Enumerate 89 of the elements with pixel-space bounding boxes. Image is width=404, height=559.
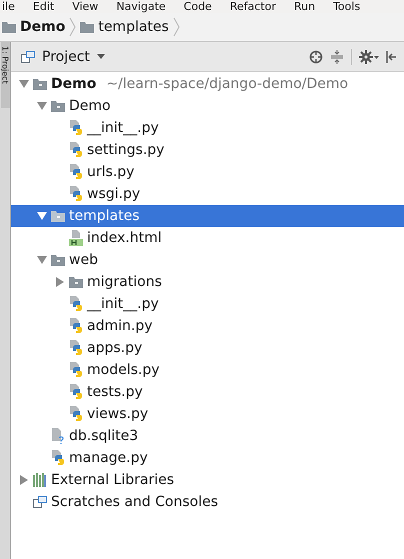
- tree-row[interactable]: web: [11, 249, 404, 271]
- collapsed-arrow-icon[interactable]: [20, 475, 28, 485]
- menu-item[interactable]: Navigate: [116, 0, 166, 13]
- tree-item-label: Demo: [69, 98, 111, 114]
- expanded-arrow-icon[interactable]: [37, 256, 47, 264]
- python-file-icon: [69, 186, 83, 202]
- folder-icon: [69, 276, 83, 288]
- tree-item-label: views.py: [87, 406, 148, 422]
- tree-row[interactable]: Demo ~/learn-space/django-demo/Demo: [11, 73, 404, 95]
- project-path: ~/learn-space/django-demo/Demo: [106, 76, 348, 92]
- menu-item[interactable]: Run: [294, 0, 316, 13]
- project-tool-tab[interactable]: 1: Project: [0, 42, 10, 108]
- hide-panel-icon[interactable]: [386, 50, 396, 64]
- expanded-arrow-icon[interactable]: [37, 102, 47, 110]
- collapse-icon[interactable]: [330, 50, 344, 64]
- menu-item[interactable]: ile: [2, 0, 15, 13]
- python-file-icon: [69, 406, 83, 422]
- tree-item-label: web: [69, 252, 98, 268]
- tree-row[interactable]: __init__.py: [11, 117, 404, 139]
- target-icon[interactable]: [309, 50, 323, 64]
- tree-row[interactable]: urls.py: [11, 161, 404, 183]
- folder-icon: [33, 78, 47, 90]
- tree-item-label: index.html: [87, 230, 162, 246]
- python-file-icon: [69, 318, 83, 334]
- folder-icon: [51, 210, 65, 222]
- libraries-icon: [33, 473, 47, 487]
- expanded-arrow-icon[interactable]: [37, 212, 47, 220]
- tree-item-label: Scratches and Consoles: [51, 494, 218, 510]
- folder-icon: [51, 100, 65, 112]
- html-file-icon: [69, 230, 83, 246]
- tree-item-label: Demo: [51, 76, 96, 92]
- folder-icon: [2, 22, 16, 32]
- tree-item-label: models.py: [87, 362, 160, 378]
- python-file-icon: [69, 362, 83, 378]
- settings-icon[interactable]: [359, 50, 379, 64]
- python-file-icon: [69, 384, 83, 400]
- tree-row[interactable]: views.py: [11, 403, 404, 425]
- tree-row[interactable]: index.html: [11, 227, 404, 249]
- tree-item-label: External Libraries: [51, 472, 174, 488]
- tree-row[interactable]: models.py: [11, 359, 404, 381]
- scratches-icon: [33, 496, 47, 508]
- tree-row[interactable]: migrations: [11, 271, 404, 293]
- breadcrumb[interactable]: templates: [98, 19, 169, 35]
- tree-row[interactable]: External Libraries: [11, 469, 404, 491]
- menu-item[interactable]: Tools: [333, 0, 360, 13]
- chevron-icon: [172, 17, 180, 37]
- python-file-icon: [69, 296, 83, 312]
- folder-icon: [80, 22, 94, 32]
- tree-item-label: tests.py: [87, 384, 143, 400]
- tree-item-label: wsgi.py: [87, 186, 140, 202]
- menu-item[interactable]: Refactor: [230, 0, 276, 13]
- tree-item-label: templates: [69, 208, 140, 224]
- tree-row[interactable]: settings.py: [11, 139, 404, 161]
- tree-row[interactable]: db.sqlite3: [11, 425, 404, 447]
- python-file-icon: [51, 450, 65, 466]
- tree-row[interactable]: Demo: [11, 95, 404, 117]
- folder-icon: [51, 254, 65, 266]
- tree-row[interactable]: templates: [11, 205, 404, 227]
- python-file-icon: [69, 142, 83, 158]
- dropdown-caret-icon[interactable]: [96, 54, 105, 59]
- tree-item-label: urls.py: [87, 164, 134, 180]
- tree-item-label: __init__.py: [87, 120, 159, 136]
- python-file-icon: [69, 340, 83, 356]
- expanded-arrow-icon[interactable]: [19, 80, 29, 88]
- tree-item-label: admin.py: [87, 318, 152, 334]
- tree-row[interactable]: __init__.py: [11, 293, 404, 315]
- tree-item-label: manage.py: [69, 450, 148, 466]
- python-file-icon: [69, 120, 83, 136]
- tree-row[interactable]: manage.py: [11, 447, 404, 469]
- tree-row[interactable]: tests.py: [11, 381, 404, 403]
- tree-item-label: apps.py: [87, 340, 142, 356]
- menu-item[interactable]: Code: [184, 0, 212, 13]
- menu-item[interactable]: View: [72, 0, 98, 13]
- tree-item-label: migrations: [87, 274, 162, 290]
- tree-row[interactable]: Scratches and Consoles: [11, 491, 404, 513]
- tree-item-label: settings.py: [87, 142, 164, 158]
- tree-item-label: __init__.py: [87, 296, 159, 312]
- tree-row[interactable]: wsgi.py: [11, 183, 404, 205]
- menu-item[interactable]: Edit: [32, 0, 54, 13]
- tree-row[interactable]: admin.py: [11, 315, 404, 337]
- panel-icon: [21, 50, 35, 62]
- breadcrumb[interactable]: Demo: [20, 19, 66, 35]
- chevron-icon: [69, 17, 76, 37]
- python-file-icon: [69, 164, 83, 180]
- unknown-file-icon: [51, 428, 65, 444]
- tree-row[interactable]: apps.py: [11, 337, 404, 359]
- panel-title[interactable]: Project: [42, 48, 90, 64]
- collapsed-arrow-icon[interactable]: [56, 277, 64, 287]
- tree-item-label: db.sqlite3: [69, 428, 138, 444]
